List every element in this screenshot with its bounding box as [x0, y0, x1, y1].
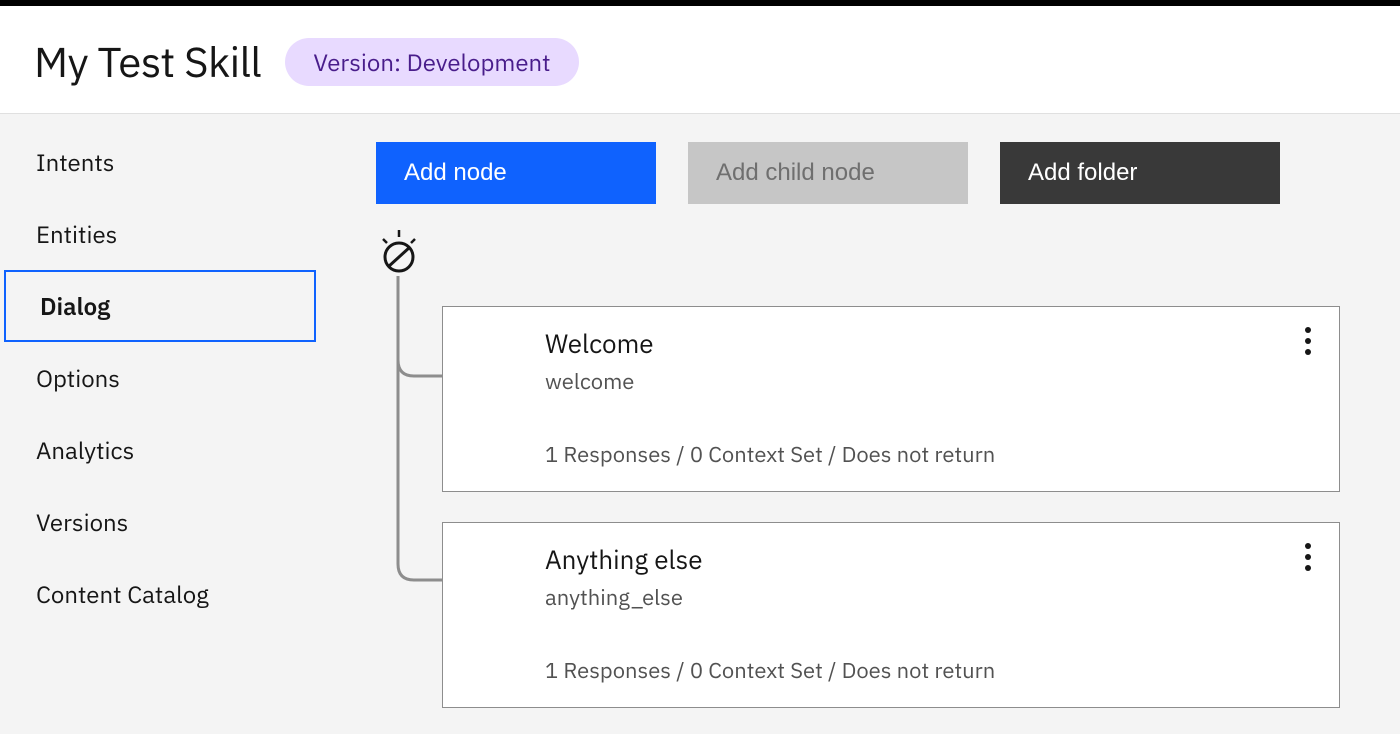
add-node-button[interactable]: Add node: [376, 142, 656, 204]
dialog-node-title: Anything else: [545, 543, 1311, 577]
dialog-node[interactable]: Welcome welcome 1 Responses / 0 Context …: [442, 306, 1340, 492]
sidebar-item-dialog[interactable]: Dialog: [4, 270, 316, 342]
dialog-node-condition: welcome: [545, 367, 1311, 396]
dialog-node-title: Welcome: [545, 327, 1311, 361]
dialog-node-condition: anything_else: [545, 583, 1311, 612]
dialog-editor: Add node Add child node Add folder: [316, 114, 1400, 734]
skill-title: My Test Skill: [34, 34, 261, 89]
sidebar-item-intents[interactable]: Intents: [0, 126, 316, 198]
dialog-node[interactable]: Anything else anything_else 1 Responses …: [442, 522, 1340, 708]
add-child-node-button: Add child node: [688, 142, 968, 204]
dialog-node-summary: 1 Responses / 0 Context Set / Does not r…: [545, 656, 1311, 685]
sidebar: Intents Entities Dialog Options Analytic…: [0, 114, 316, 734]
sidebar-item-versions[interactable]: Versions: [0, 486, 316, 558]
kebab-menu-icon[interactable]: [1305, 543, 1311, 571]
add-folder-button[interactable]: Add folder: [1000, 142, 1280, 204]
conversation-root-icon: [376, 230, 422, 276]
sidebar-item-options[interactable]: Options: [0, 342, 316, 414]
sidebar-item-content-catalog[interactable]: Content Catalog: [0, 558, 316, 630]
version-badge[interactable]: Version: Development: [285, 38, 578, 86]
sidebar-item-entities[interactable]: Entities: [0, 198, 316, 270]
sidebar-item-analytics[interactable]: Analytics: [0, 414, 316, 486]
dialog-node-summary: 1 Responses / 0 Context Set / Does not r…: [545, 440, 1311, 469]
kebab-menu-icon[interactable]: [1305, 327, 1311, 355]
